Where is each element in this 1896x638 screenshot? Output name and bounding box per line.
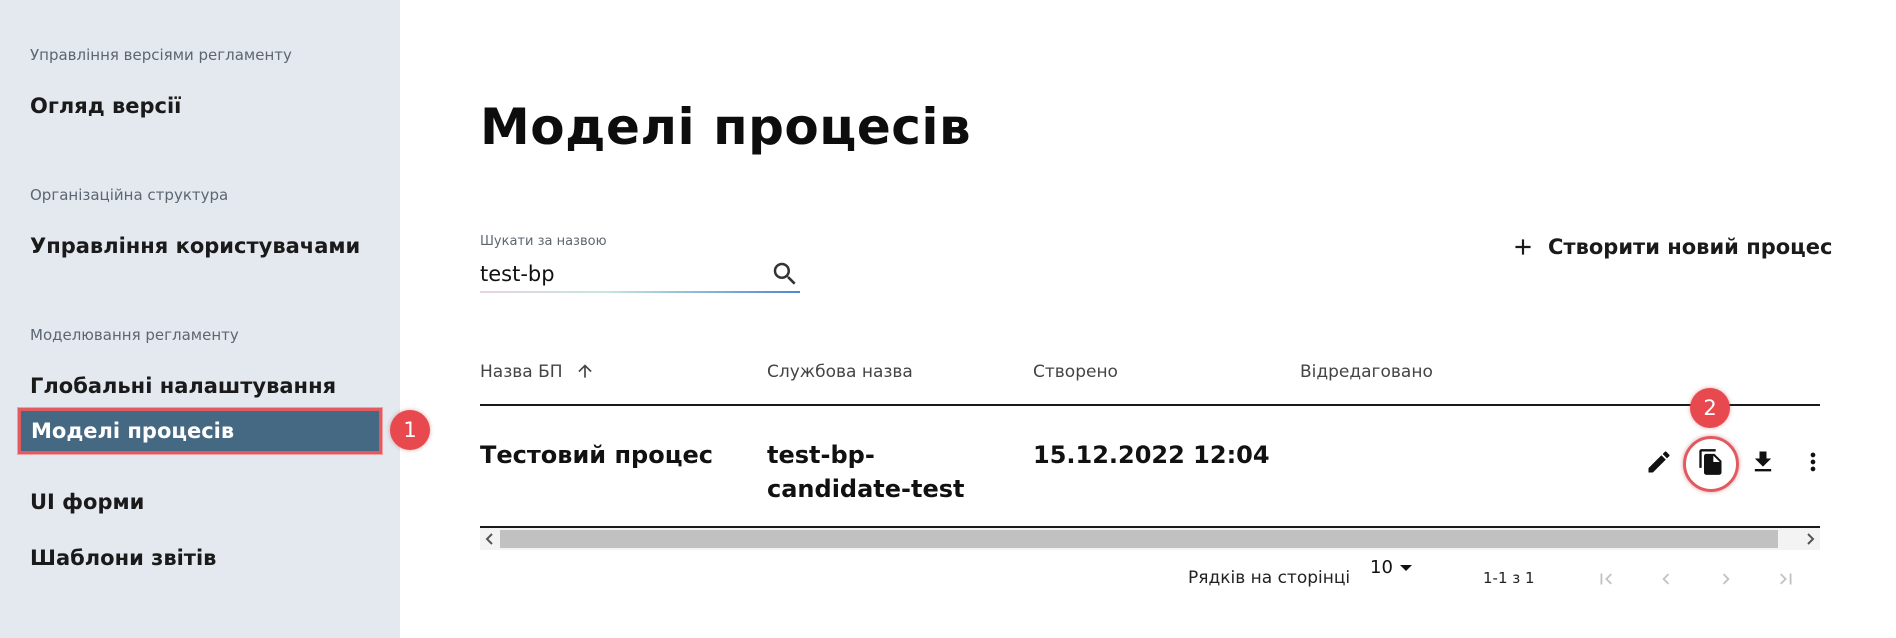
page-title: Моделі процесів — [480, 98, 972, 156]
search-label: Шукати за назвою — [480, 234, 607, 249]
sidebar-section-heading-versions: Управління версіями регламенту — [30, 46, 292, 64]
search-underline — [480, 291, 800, 293]
column-header-name[interactable]: Назва БП — [480, 362, 563, 382]
copy-icon[interactable] — [1694, 445, 1728, 479]
sidebar-item-version-overview[interactable]: Огляд версії — [30, 94, 181, 118]
sidebar-section-heading-modeling: Моделювання регламенту — [30, 326, 239, 344]
prev-page-icon[interactable] — [1648, 562, 1684, 596]
sidebar-item-report-templates[interactable]: Шаблони звітів — [30, 546, 216, 570]
search-icon[interactable] — [770, 259, 800, 289]
pagination-range: 1-1 з 1 — [1483, 569, 1535, 587]
edit-icon[interactable] — [1642, 445, 1676, 479]
create-process-button[interactable]: Створити новий процес — [1510, 230, 1832, 264]
horizontal-scrollbar[interactable] — [480, 528, 1820, 550]
rows-per-page-label: Рядків на сторінці — [1188, 568, 1351, 588]
column-header-edited: Відредаговано — [1300, 362, 1433, 382]
sidebar-item-ui-forms[interactable]: UI форми — [30, 490, 144, 514]
scroll-left-icon[interactable] — [480, 528, 500, 550]
sidebar-item-user-management[interactable]: Управління користувачами — [30, 234, 360, 258]
sort-ascending-icon[interactable] — [575, 361, 595, 381]
scroll-right-icon[interactable] — [1800, 528, 1820, 550]
cell-process-name: Тестовий процес — [480, 441, 713, 469]
caret-down-icon — [1399, 564, 1412, 571]
rows-per-page-select[interactable]: 10 — [1370, 557, 1413, 578]
last-page-icon[interactable] — [1768, 562, 1804, 596]
sidebar-section-heading-org-structure: Організаційна структура — [30, 186, 229, 204]
table-header-divider — [480, 404, 1820, 406]
create-process-label: Створити новий процес — [1548, 235, 1833, 259]
sidebar-item-label: Моделі процесів — [31, 419, 235, 443]
cell-service-name: test-bp- candidate-test — [767, 438, 965, 506]
rows-per-page-value: 10 — [1370, 557, 1393, 578]
scrollbar-thumb[interactable] — [500, 530, 1778, 548]
plus-icon — [1515, 239, 1531, 255]
next-page-icon[interactable] — [1708, 562, 1744, 596]
sidebar-item-global-settings[interactable]: Глобальні налаштування — [30, 374, 336, 398]
more-vert-icon[interactable] — [1796, 445, 1830, 479]
sidebar: Управління версіями регламенту Огляд вер… — [0, 0, 400, 638]
first-page-icon[interactable] — [1588, 562, 1624, 596]
sidebar-item-process-models[interactable]: Моделі процесів — [18, 408, 382, 454]
column-header-created: Створено — [1033, 362, 1118, 382]
search-input[interactable] — [480, 256, 800, 292]
cell-service-name-line2: candidate-test — [767, 475, 965, 503]
annotation-marker-1: 1 — [390, 410, 430, 450]
cell-service-name-line1: test-bp- — [767, 441, 875, 469]
column-header-service-name: Службова назва — [767, 362, 913, 382]
annotation-marker-2: 2 — [1690, 388, 1730, 428]
cell-created: 15.12.2022 12:04 — [1033, 441, 1270, 469]
download-icon[interactable] — [1746, 445, 1780, 479]
